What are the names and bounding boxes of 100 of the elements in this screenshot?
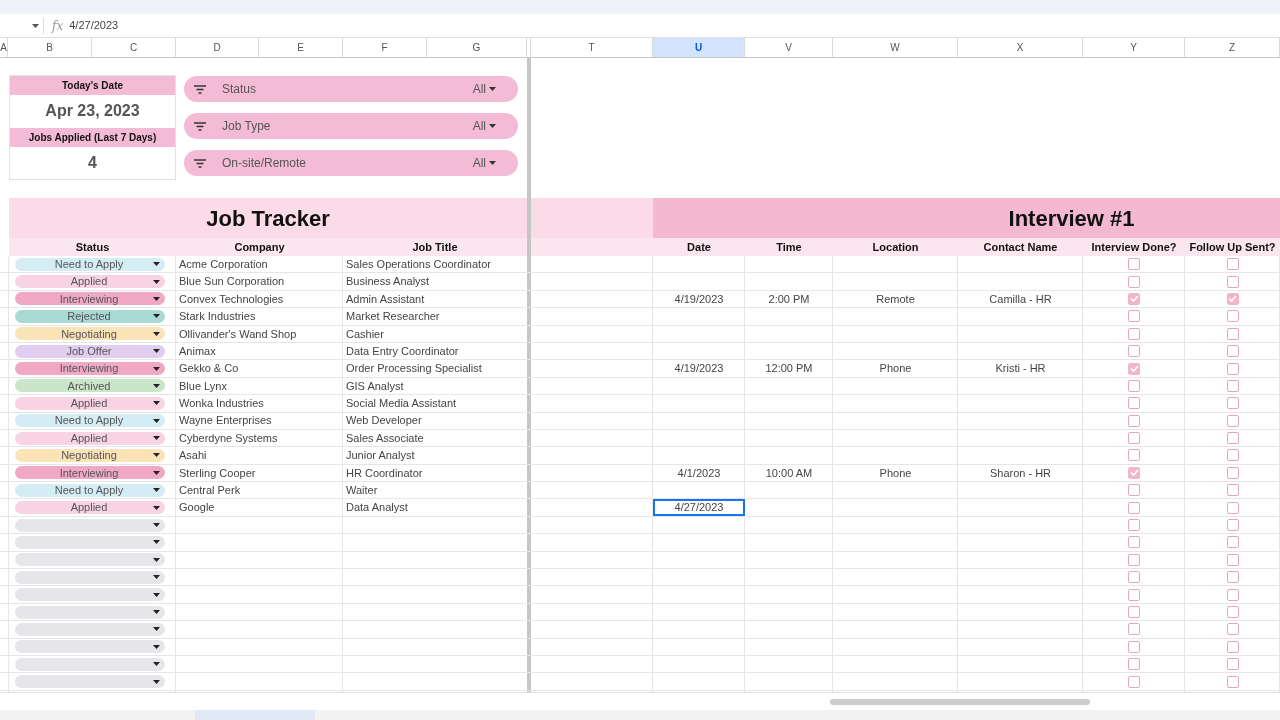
checkbox[interactable]: [1128, 466, 1140, 479]
checkbox[interactable]: [1226, 501, 1239, 514]
status-dropdown[interactable]: [15, 622, 165, 636]
checkbox[interactable]: [1128, 501, 1140, 514]
checkbox[interactable]: [1128, 258, 1140, 271]
status-dropdown[interactable]: [15, 535, 165, 549]
checkbox[interactable]: [1226, 571, 1239, 584]
status-dropdown[interactable]: [15, 518, 165, 532]
column-header[interactable]: F: [343, 38, 427, 57]
checkbox[interactable]: [1128, 536, 1140, 549]
checkbox[interactable]: [1226, 362, 1239, 375]
column-header[interactable]: V: [745, 38, 833, 57]
checkbox[interactable]: [1128, 675, 1140, 688]
checkbox[interactable]: [1226, 519, 1239, 532]
checkbox[interactable]: [1128, 588, 1140, 601]
status-dropdown[interactable]: Applied: [15, 275, 165, 289]
status-dropdown[interactable]: Need to Apply: [15, 414, 165, 428]
checkbox[interactable]: [1226, 449, 1239, 462]
checkbox[interactable]: [1226, 606, 1239, 618]
status-dropdown[interactable]: Interviewing: [15, 466, 165, 480]
column-header[interactable]: D: [176, 38, 259, 57]
checkbox[interactable]: [1226, 536, 1239, 549]
column-header[interactable]: U: [653, 38, 745, 57]
column-header[interactable]: X: [958, 38, 1083, 57]
status-dropdown[interactable]: Applied: [15, 431, 165, 445]
caret-icon[interactable]: [32, 23, 39, 28]
filter-dropdown[interactable]: Status All: [184, 76, 518, 102]
status-dropdown[interactable]: [15, 657, 165, 671]
checkbox[interactable]: [1226, 275, 1239, 288]
checkbox[interactable]: [1128, 292, 1140, 305]
column-header[interactable]: Y: [1083, 38, 1185, 57]
checkbox[interactable]: [1226, 292, 1239, 305]
checkbox[interactable]: [1226, 379, 1239, 392]
checkbox[interactable]: [1226, 623, 1239, 636]
formula-value[interactable]: 4/27/2023: [69, 17, 119, 34]
filter-dropdown[interactable]: Job Type All: [184, 113, 518, 139]
checkbox[interactable]: [1128, 623, 1140, 636]
status-dropdown[interactable]: Interviewing: [15, 362, 165, 376]
checkbox[interactable]: [1128, 484, 1140, 497]
checkbox[interactable]: [1226, 432, 1239, 445]
filter-icon: [194, 84, 206, 94]
status-dropdown[interactable]: Job Offer: [15, 344, 165, 358]
column-header[interactable]: W: [833, 38, 958, 57]
checkbox[interactable]: [1128, 432, 1140, 445]
checkbox[interactable]: [1128, 414, 1140, 427]
status-dropdown[interactable]: Archived: [15, 379, 165, 393]
column-header[interactable]: C: [92, 38, 176, 57]
checkbox[interactable]: [1128, 379, 1140, 392]
checkbox[interactable]: [1226, 658, 1239, 671]
status-dropdown[interactable]: Negotiating: [15, 449, 165, 462]
status-dropdown[interactable]: Rejected: [15, 309, 165, 323]
status-dropdown[interactable]: [15, 605, 165, 619]
checkbox[interactable]: [1128, 327, 1140, 340]
checkbox[interactable]: [1226, 553, 1239, 566]
checkbox[interactable]: [1226, 310, 1239, 323]
caret-icon: [153, 314, 160, 319]
status-dropdown[interactable]: Applied: [15, 396, 165, 410]
checkbox[interactable]: [1128, 658, 1140, 671]
checkbox[interactable]: [1128, 310, 1140, 323]
selected-cell[interactable]: 4/27/2023: [653, 499, 745, 516]
checkbox[interactable]: [1128, 362, 1140, 375]
checkbox[interactable]: [1226, 588, 1239, 601]
status-dropdown[interactable]: [15, 640, 165, 654]
status-dropdown[interactable]: Applied: [15, 501, 165, 515]
status-dropdown[interactable]: Need to Apply: [15, 257, 165, 271]
checkbox[interactable]: [1128, 345, 1140, 358]
checkbox[interactable]: [1128, 553, 1140, 566]
date-cell-text: 4/1/2023: [677, 465, 721, 481]
column-header[interactable]: G: [427, 38, 527, 57]
checkbox[interactable]: [1226, 640, 1239, 653]
checkbox[interactable]: [1226, 675, 1239, 688]
status-dropdown[interactable]: [15, 570, 165, 584]
filter-dropdown[interactable]: On-site/Remote All: [184, 150, 518, 176]
column-header[interactable]: Z: [1185, 38, 1280, 57]
checkbox[interactable]: [1226, 258, 1239, 271]
scrollbar-thumb[interactable]: [830, 699, 1090, 705]
column-header[interactable]: E: [259, 38, 343, 57]
status-dropdown[interactable]: [15, 675, 165, 689]
checkbox[interactable]: [1128, 449, 1140, 462]
checkbox[interactable]: [1128, 275, 1140, 288]
checkbox[interactable]: [1128, 640, 1140, 653]
column-header[interactable]: B: [8, 38, 92, 57]
checkbox[interactable]: [1226, 466, 1239, 479]
status-dropdown[interactable]: Need to Apply: [15, 483, 165, 497]
status-dropdown[interactable]: [15, 588, 165, 602]
checkbox[interactable]: [1226, 397, 1239, 410]
column-header[interactable]: A: [0, 38, 8, 57]
checkbox[interactable]: [1226, 345, 1239, 358]
checkbox[interactable]: [1128, 606, 1140, 618]
sheet-tab[interactable]: [195, 710, 315, 720]
checkbox[interactable]: [1226, 414, 1239, 427]
status-dropdown[interactable]: Interviewing: [15, 292, 165, 306]
checkbox[interactable]: [1226, 484, 1239, 497]
checkbox[interactable]: [1128, 519, 1140, 532]
status-dropdown[interactable]: [15, 553, 165, 567]
status-dropdown[interactable]: Negotiating: [15, 327, 165, 341]
checkbox[interactable]: [1128, 397, 1140, 410]
checkbox[interactable]: [1226, 327, 1239, 340]
checkbox[interactable]: [1128, 571, 1140, 584]
contact-cell-text: Kristi - HR: [995, 361, 1046, 377]
